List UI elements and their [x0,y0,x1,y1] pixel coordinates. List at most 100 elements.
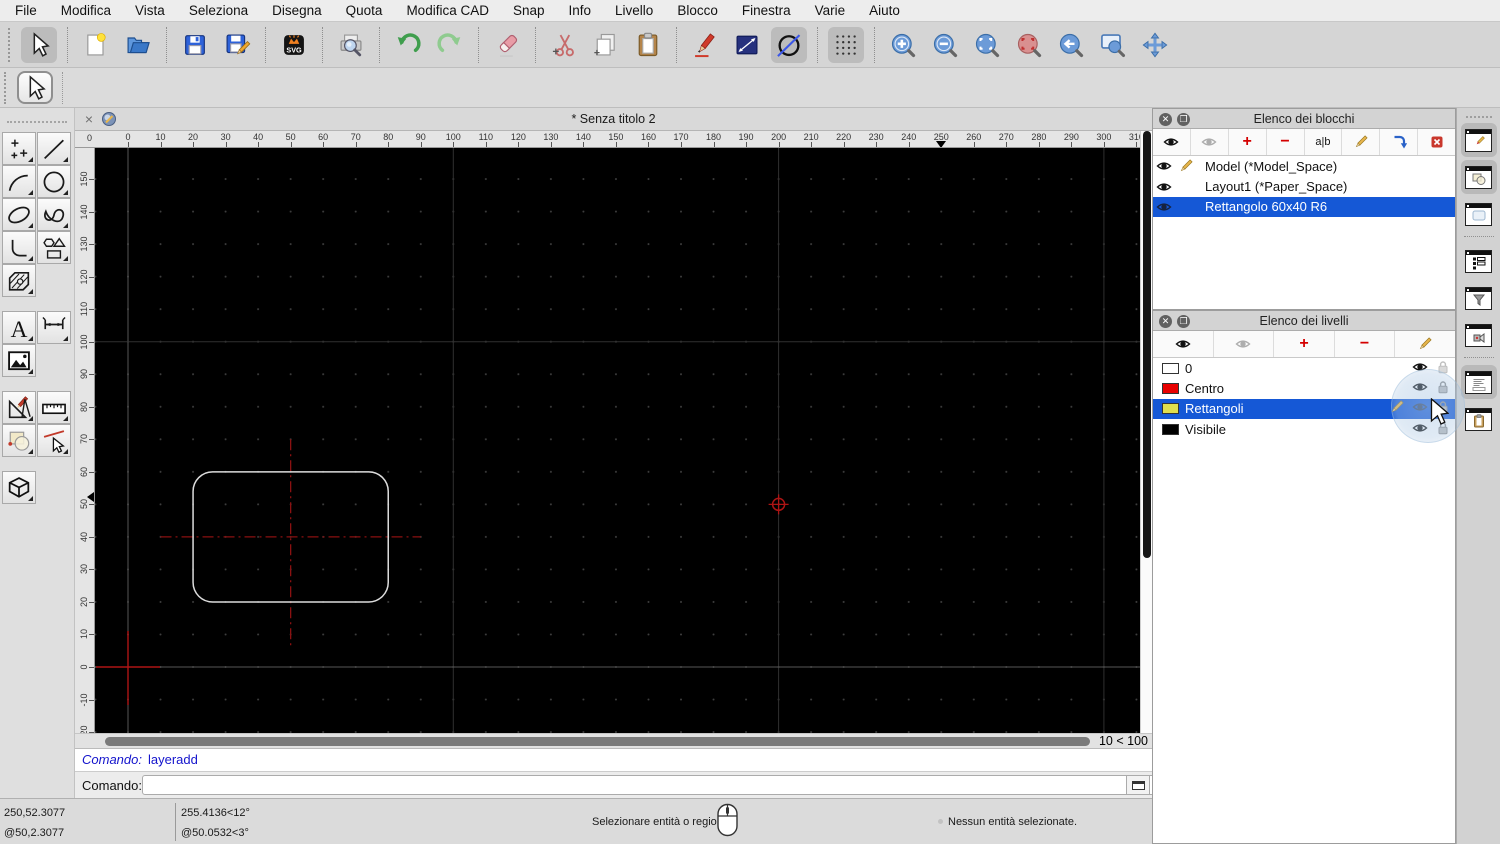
toolbar-drag-handle[interactable] [4,72,7,104]
zoom-in-button[interactable] [885,27,921,63]
tool-points-button[interactable] [2,132,36,165]
menu-quota[interactable]: Quota [346,3,383,18]
horizontal-scrollbar-thumb[interactable] [105,737,1090,746]
menu-seleziona[interactable]: Seleziona [189,3,248,18]
tool-spline-button[interactable] [37,198,71,231]
zoom-auto-button[interactable] [969,27,1005,63]
tool-solid-3d-button[interactable] [2,471,36,504]
menu-modifica[interactable]: Modifica [61,3,111,18]
menu-aiuto[interactable]: Aiuto [869,3,900,18]
cut-button[interactable] [546,27,582,63]
menu-vista[interactable]: Vista [135,3,165,18]
menu-livello[interactable]: Livello [615,3,653,18]
block-list-item[interactable]: Model (*Model_Space) [1153,156,1455,177]
tool-arc-button[interactable] [2,165,36,198]
visibility-eye-icon[interactable] [1153,179,1175,195]
add-button[interactable]: + [1274,331,1335,357]
tool-polygon-shapes-button[interactable] [37,231,71,264]
ruler-tick [615,142,617,147]
dock-projector-window-toggle-button[interactable] [1461,318,1497,352]
open-file-button[interactable] [120,27,156,63]
dock-drag-handle[interactable] [1465,116,1492,119]
zoom-previous-button[interactable] [1011,27,1047,63]
menu-file[interactable]: File [15,3,37,18]
tool-modify-button[interactable] [2,391,36,424]
dock-shapes-window-toggle-button[interactable] [1460,160,1497,194]
dock-filter-window-toggle-button[interactable] [1461,281,1497,315]
add-button[interactable]: + [1229,129,1267,155]
draw-pencil-button[interactable] [687,27,723,63]
zoom-out-button[interactable] [927,27,963,63]
tool-delete-selected-button[interactable] [37,424,71,457]
undo-button[interactable] [390,27,426,63]
dock-command-window-toggle-button[interactable] [1460,365,1497,399]
menu-info[interactable]: Info [569,3,592,18]
menu-disegna[interactable]: Disegna [272,3,322,18]
dock-list-window-toggle-button[interactable] [1461,244,1497,278]
palette-drag-handle[interactable] [7,121,67,124]
draft-mode-button[interactable] [771,26,807,63]
menu-finestra[interactable]: Finestra [742,3,791,18]
menu-varie[interactable]: Varie [815,3,846,18]
ruler-tick-label: 80 [79,401,89,412]
drawing-canvas[interactable] [95,148,1140,733]
horizontal-scrollbar[interactable]: 10 < 100 [75,733,1152,748]
tool-polyline-button[interactable] [2,231,36,264]
menu-blocco[interactable]: Blocco [677,3,718,18]
zoom-back-button[interactable] [1053,27,1089,63]
visibility-eye-icon[interactable] [1153,158,1175,174]
command-window-toggle-button[interactable] [1126,775,1150,795]
tool-text-button[interactable]: A [2,311,36,344]
tool-hatch-button[interactable] [2,264,36,297]
tool-image-button[interactable] [2,344,36,377]
edit-button[interactable] [1342,129,1381,155]
save-button[interactable] [177,27,213,63]
save-as-button[interactable] [219,27,255,63]
dock-clipboard-window-toggle-button[interactable] [1461,402,1497,436]
dock-preview-window-toggle-button[interactable] [1461,197,1497,231]
print-preview-button[interactable] [333,27,369,63]
command-input[interactable] [142,775,1194,795]
block-list-item[interactable]: Rettangolo 60x40 R6 [1153,196,1455,218]
attributes-button[interactable] [1418,129,1455,155]
ruler-tick [89,309,94,311]
tool-line-button[interactable] [37,132,71,165]
distance-button[interactable] [729,27,765,63]
ruler-tick-label: 30 [220,132,231,142]
tool-measure-button[interactable] [37,391,71,424]
edit-button[interactable] [1395,331,1455,357]
dock-filter-window-icon [1465,286,1492,310]
menu-modifica-cad[interactable]: Modifica CAD [406,3,489,18]
vertical-scrollbar-thumb[interactable] [1143,131,1151,558]
tool-ellipse-button[interactable] [2,198,36,231]
select-arrow-button[interactable] [21,26,57,63]
svg-export-button[interactable]: SVG [276,27,312,63]
block-list-item[interactable]: Layout1 (*Paper_Space) [1153,176,1455,197]
dock-pencil-window-toggle-button[interactable] [1460,123,1497,157]
eraser-button[interactable] [489,27,525,63]
copy-button[interactable] [588,27,624,63]
current-tool-button[interactable] [17,71,53,104]
eye-button[interactable] [1153,331,1214,357]
insert-button[interactable] [1380,129,1419,155]
menu-snap[interactable]: Snap [513,3,545,18]
remove-button[interactable]: − [1267,129,1305,155]
grid-toggle-button[interactable] [828,26,864,63]
zoom-pan-button[interactable] [1137,27,1173,63]
paste-button[interactable] [630,27,666,63]
eye-gray-button[interactable] [1214,331,1275,357]
ruler-tick [193,142,195,147]
new-document-button[interactable] [78,27,114,63]
vertical-scrollbar[interactable] [1140,131,1152,733]
tool-explode-button[interactable] [2,424,36,457]
tool-circle-button[interactable] [37,165,71,198]
redo-button[interactable] [432,27,468,63]
zoom-window-button[interactable] [1095,27,1131,63]
rename-button[interactable]: a|b [1305,129,1343,155]
eye-button[interactable] [1153,129,1191,155]
remove-button[interactable]: − [1335,331,1396,357]
toolbar-drag-handle[interactable] [8,27,12,62]
tool-dimension-button[interactable] [37,311,71,344]
eye-gray-button[interactable] [1191,129,1229,155]
visibility-eye-icon[interactable] [1153,199,1175,215]
